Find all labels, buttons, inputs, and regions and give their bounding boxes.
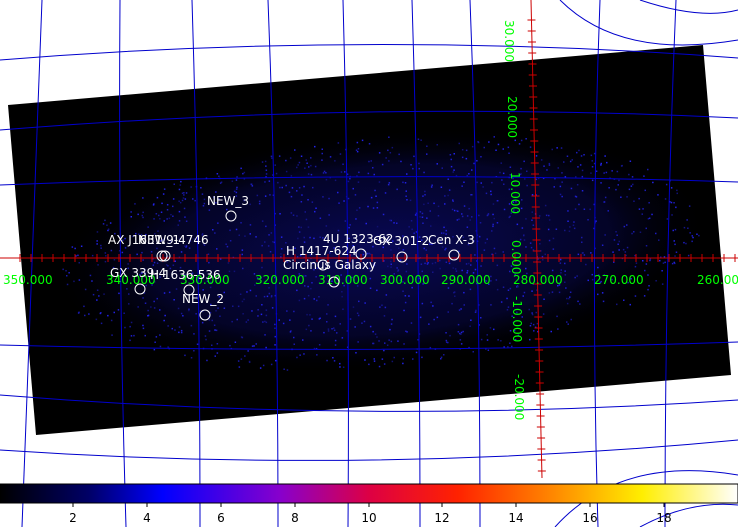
colorbar-tick-12: 12	[434, 511, 449, 525]
lon-label-280: 280.000	[513, 273, 563, 287]
colorbar-tick-18: 18	[656, 511, 671, 525]
lon-label-310: 310.000	[318, 273, 368, 287]
lat-label-30: 30.000	[502, 20, 516, 62]
lat-label-20: 20.000	[505, 96, 519, 138]
source-label-h1636: H 1636-536	[150, 268, 221, 282]
source-label-h1417: H 1417-624	[286, 244, 357, 258]
lat-label-m10: -10.000	[510, 296, 524, 342]
lon-label-260: 260.000	[697, 273, 738, 287]
colorbar-tick-14: 14	[508, 511, 523, 525]
source-label-new3: NEW_3	[207, 194, 249, 208]
lat-label-10: 10.000	[508, 172, 522, 214]
colorbar-gradient	[0, 483, 738, 504]
colorbar: 2 4 6 8 10 12 14 16 18	[0, 483, 738, 525]
lon-label-290: 290.000	[441, 273, 491, 287]
colorbar-tick-8: 8	[291, 511, 299, 525]
colorbar-tick-4: 4	[143, 511, 151, 525]
source-label-new1: NEW_1	[138, 233, 180, 247]
sky-map: 350.000 340.000 330.000 320.000 310.000 …	[0, 0, 738, 527]
lon-label-300: 300.000	[380, 273, 430, 287]
source-label-new2: NEW_2	[182, 292, 224, 306]
colorbar-tick-10: 10	[361, 511, 376, 525]
colorbar-tick-16: 16	[582, 511, 597, 525]
lat-label-0: 0.000	[509, 240, 523, 274]
colorbar-tick-6: 6	[217, 511, 225, 525]
colorbar-ticks	[72, 503, 665, 507]
lon-label-320: 320.000	[255, 273, 305, 287]
colorbar-tick-2: 2	[69, 511, 77, 525]
lon-label-270: 270.000	[594, 273, 644, 287]
source-label-gx301: GX 301-2	[373, 234, 429, 248]
source-label-cenx3: Cen X-3	[428, 233, 475, 247]
source-label-circinus: Circinus Galaxy	[283, 258, 376, 272]
lat-label-m20: -20.000	[512, 374, 526, 420]
lon-label-350: 350.000	[3, 273, 53, 287]
